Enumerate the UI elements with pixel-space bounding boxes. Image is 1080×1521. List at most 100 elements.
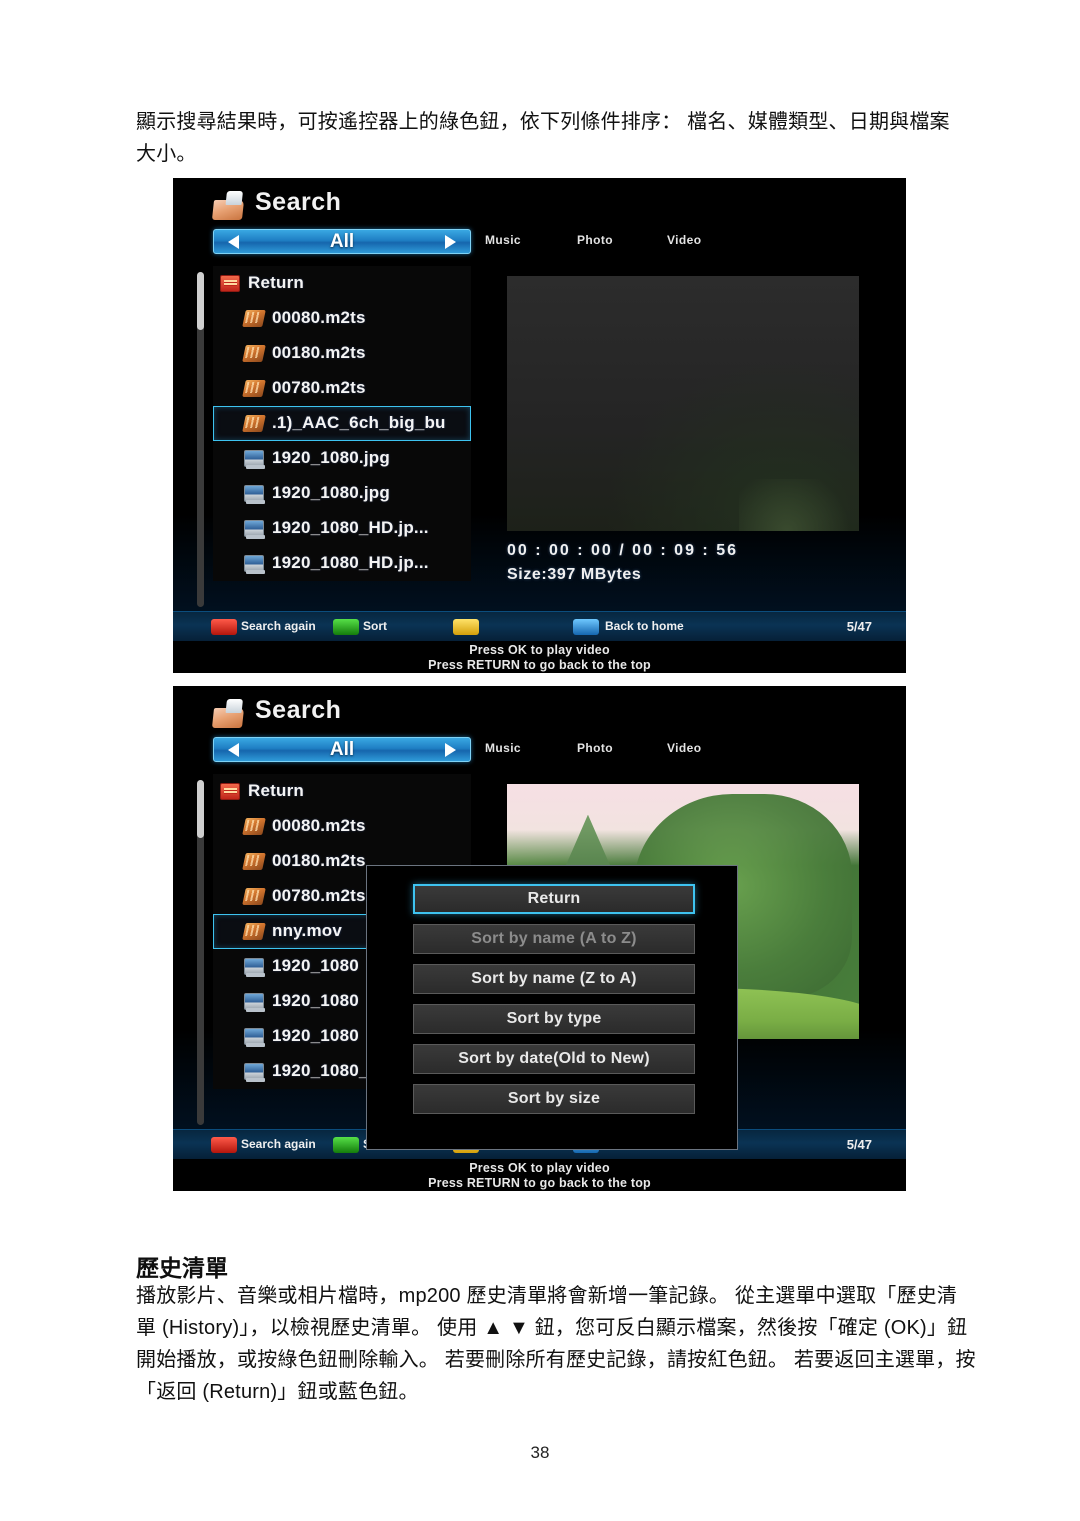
list-item[interactable]: 1920_1080_HD.jp... <box>213 511 471 546</box>
blue-key-label: Back to home <box>605 619 684 633</box>
list-item[interactable]: 00080.m2ts <box>213 809 471 844</box>
yellow-key-icon[interactable] <box>453 619 479 635</box>
ui-header-2: Search All Music Photo Video <box>173 686 906 774</box>
photo-file-icon <box>244 485 265 504</box>
list-item[interactable]: Return <box>213 774 471 809</box>
video-file-icon <box>242 310 266 327</box>
video-file-icon <box>242 923 266 940</box>
scrollbar-thumb[interactable] <box>197 272 204 330</box>
category-label: All <box>329 739 355 760</box>
tab-video[interactable]: Video <box>667 741 701 755</box>
screenshot-search-results: Search All Music Photo Video Return 0008… <box>173 178 906 673</box>
blue-key-icon[interactable] <box>573 619 599 635</box>
hint-line-1: Press OK to play video <box>469 1161 610 1175</box>
tab-music[interactable]: Music <box>485 233 521 247</box>
file-name: 00780.m2ts <box>272 886 366 905</box>
hint-line-2: Press RETURN to go back to the top <box>428 658 651 672</box>
green-key-icon[interactable] <box>333 619 359 635</box>
red-key-icon[interactable] <box>211 1137 237 1153</box>
ui-body-1: Return 00080.m2ts 00180.m2ts 00780.m2ts <box>173 266 906 611</box>
photo-file-icon <box>244 450 265 469</box>
file-name: 1920_1080 <box>272 991 359 1010</box>
sort-menu-item-return[interactable]: Return <box>413 884 695 914</box>
file-name: 1920_1080_HD.jp... <box>272 518 429 537</box>
file-name: 00080.m2ts <box>272 308 366 327</box>
file-name: Return <box>248 781 304 800</box>
file-name: 1920_1080 <box>272 956 359 975</box>
file-name: .1)_AAC_6ch_big_bu <box>272 413 446 432</box>
green-key-icon[interactable] <box>333 1137 359 1153</box>
sort-menu-item-date[interactable]: Sort by date(Old to New) <box>413 1044 695 1074</box>
list-item[interactable]: 1920_1080.jpg <box>213 441 471 476</box>
chevron-right-icon[interactable] <box>445 742 456 757</box>
file-name: Return <box>248 273 304 292</box>
return-icon <box>220 783 240 800</box>
search-folder-icon <box>211 194 247 222</box>
ui-header-1: Search All Music Photo Video <box>173 178 906 266</box>
photo-file-icon <box>244 555 265 574</box>
file-name: nny.mov <box>272 921 343 940</box>
list-item-selected[interactable]: .1)_AAC_6ch_big_bu <box>213 406 471 441</box>
hint-text-1: Press OK to play video Press RETURN to g… <box>173 643 906 673</box>
screenshot-sort-menu: Search All Music Photo Video Return 0008… <box>173 686 906 1191</box>
file-name: 00780.m2ts <box>272 378 366 397</box>
hint-line-2: Press RETURN to go back to the top <box>428 1176 651 1190</box>
ui-body-2: Return 00080.m2ts 00180.m2ts 00780.m2ts <box>173 774 906 1150</box>
return-icon <box>220 275 240 292</box>
photo-file-icon <box>244 958 265 977</box>
hint-line-1: Press OK to play video <box>469 643 610 657</box>
category-selector[interactable]: All <box>213 229 471 254</box>
video-file-icon <box>242 415 266 432</box>
file-list-scrollbar[interactable] <box>197 780 204 1125</box>
section-heading: 歷史清單 <box>136 1255 228 1281</box>
page-number: 38 <box>530 1443 550 1462</box>
manual-page: 顯示搜尋結果時，可按遙控器上的綠色鈕，依下列條件排序： 檔名、媒體類型、日期與檔… <box>0 0 1080 1521</box>
search-folder-icon <box>211 702 247 730</box>
file-list-scrollbar[interactable] <box>197 272 204 607</box>
list-item[interactable]: Return <box>213 266 471 301</box>
list-item[interactable]: 1920_1080.jpg <box>213 476 471 511</box>
file-name: 00180.m2ts <box>272 851 366 870</box>
file-name: 1920_1080.jpg <box>272 448 390 467</box>
video-preview-thumbnail <box>507 276 859 531</box>
file-name: 1920_1080_HD.jp... <box>272 553 429 572</box>
category-selector[interactable]: All <box>213 737 471 762</box>
item-counter: 5/47 <box>846 1137 872 1152</box>
hint-text-2: Press OK to play video Press RETURN to g… <box>173 1161 906 1191</box>
file-name: 00180.m2ts <box>272 343 366 362</box>
preview-pane-1: 00 : 00 : 00 / 00 : 09 : 56 Size:397 MBy… <box>503 270 896 611</box>
video-file-icon <box>242 380 266 397</box>
tab-video[interactable]: Video <box>667 233 701 247</box>
sort-menu-item-size[interactable]: Sort by size <box>413 1084 695 1114</box>
list-item[interactable]: 00780.m2ts <box>213 371 471 406</box>
scrollbar-thumb[interactable] <box>197 780 204 838</box>
list-item[interactable]: 1920_1080_HD.jp... <box>213 546 471 581</box>
tab-photo[interactable]: Photo <box>577 741 613 755</box>
chevron-right-icon[interactable] <box>445 234 456 249</box>
sort-menu-item-type[interactable]: Sort by type <box>413 1004 695 1034</box>
red-key-label: Search again <box>241 1137 316 1151</box>
ui-footer-1: Search again Sort Back to home 5/47 Pres… <box>173 611 906 673</box>
photo-file-icon <box>244 1063 265 1082</box>
sort-menu-item-name-za[interactable]: Sort by name (Z to A) <box>413 964 695 994</box>
file-list-1: Return 00080.m2ts 00180.m2ts 00780.m2ts <box>213 266 471 581</box>
red-key-icon[interactable] <box>211 619 237 635</box>
sort-options-dialog: Return Sort by name (A to Z) Sort by nam… <box>366 865 738 1150</box>
file-name: 00080.m2ts <box>272 816 366 835</box>
tab-photo[interactable]: Photo <box>577 233 613 247</box>
file-name: 1920_1080.jpg <box>272 483 390 502</box>
list-item[interactable]: 00180.m2ts <box>213 336 471 371</box>
photo-file-icon <box>244 1028 265 1047</box>
video-file-icon <box>242 818 266 835</box>
color-key-bar: Search again Sort Back to home 5/47 <box>173 611 906 641</box>
video-file-icon <box>242 888 266 905</box>
sort-menu-item-name-az[interactable]: Sort by name (A to Z) <box>413 924 695 954</box>
list-item[interactable]: 00080.m2ts <box>213 301 471 336</box>
playback-time: 00 : 00 : 00 / 00 : 09 : 56 <box>507 542 738 559</box>
video-file-icon <box>242 853 266 870</box>
photo-file-icon <box>244 993 265 1012</box>
item-counter: 5/47 <box>846 619 872 634</box>
tab-music[interactable]: Music <box>485 741 521 755</box>
tv-ui-2: Search All Music Photo Video Return 0008… <box>173 686 906 1191</box>
video-file-icon <box>242 345 266 362</box>
